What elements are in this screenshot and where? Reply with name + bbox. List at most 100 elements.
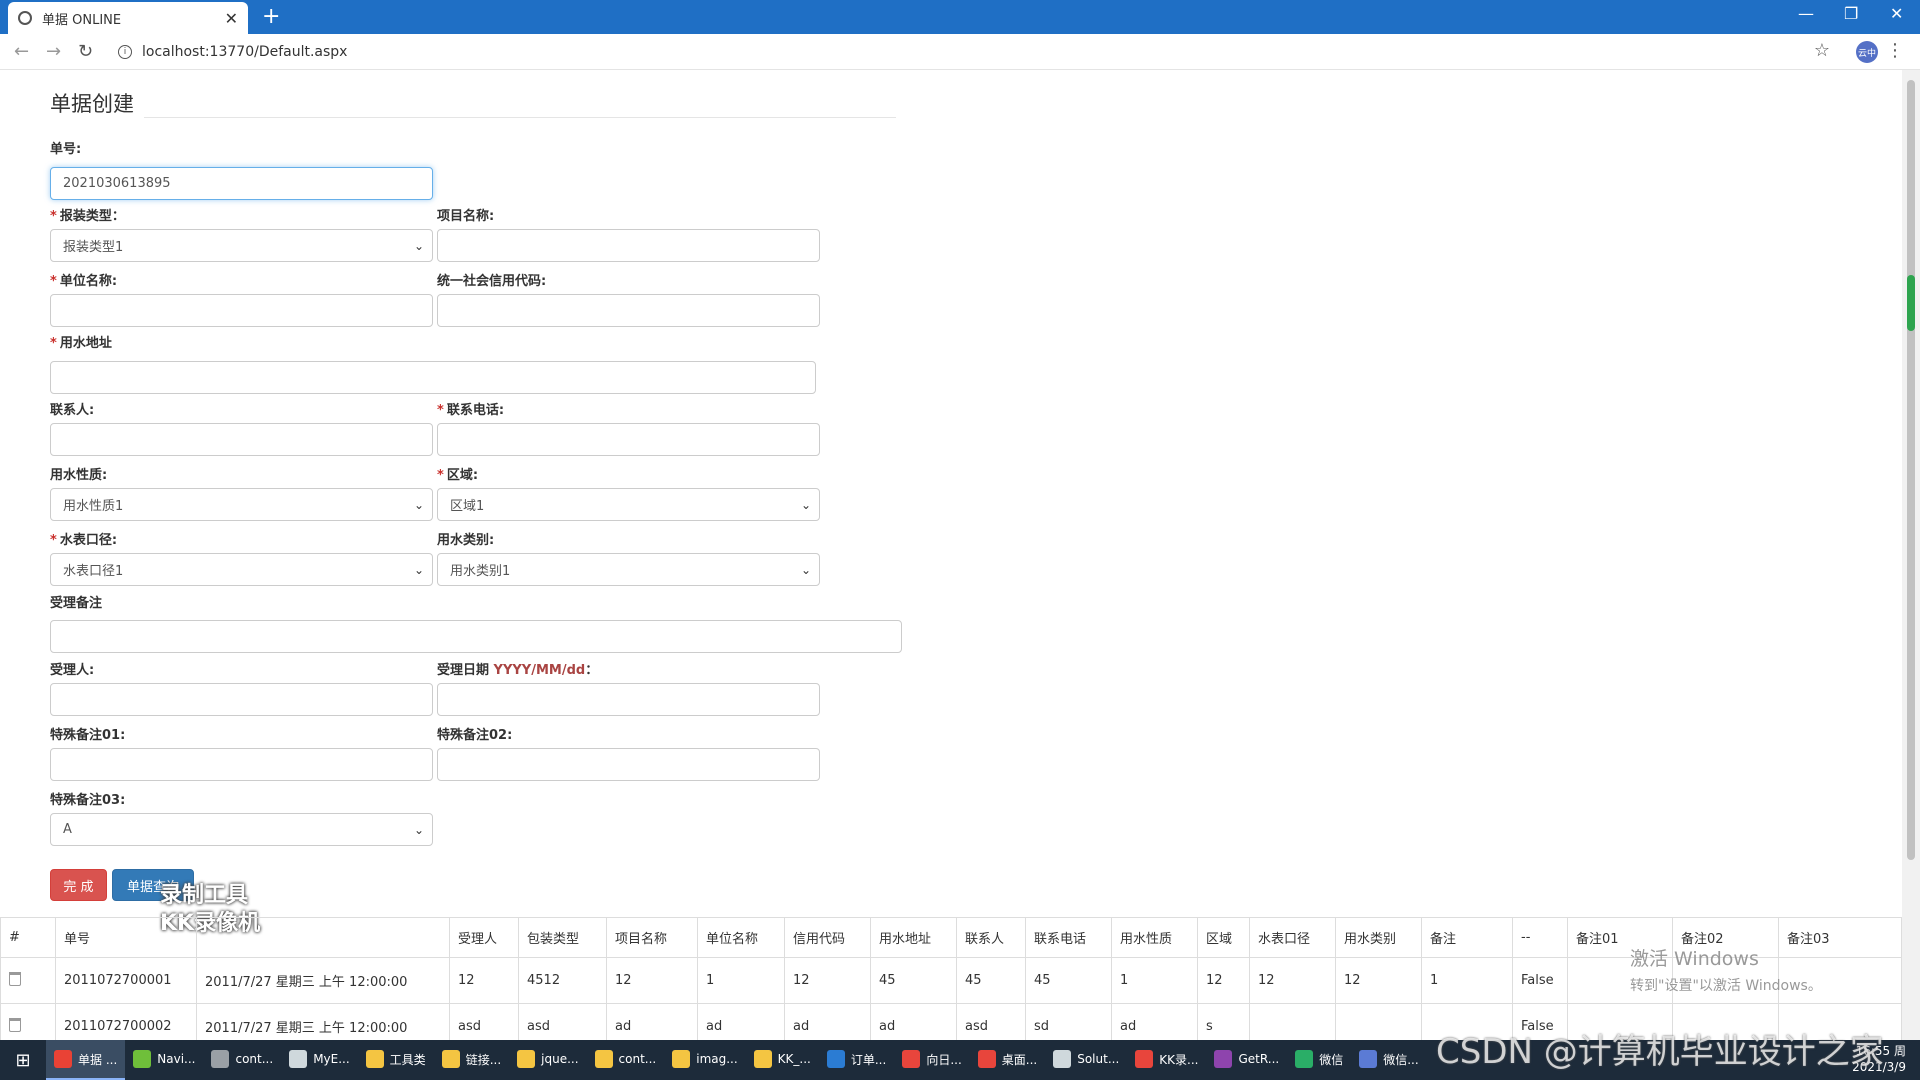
taskbar-item[interactable]: jque... [509, 1040, 586, 1080]
area-select[interactable]: 区域1 ⌄ [437, 488, 820, 521]
special02-input[interactable] [437, 748, 820, 781]
url-field[interactable]: i localhost:13770/Default.aspx [118, 40, 1818, 64]
chevron-down-icon: ⌄ [413, 823, 424, 837]
windows-start-icon[interactable]: ⊞ [0, 1040, 46, 1080]
table-cell: 12 [784, 957, 871, 1004]
app-icon [54, 1050, 72, 1068]
info-icon[interactable]: i [118, 45, 132, 59]
chevron-down-icon: ⌄ [800, 498, 811, 512]
taskbar-item[interactable]: 向日... [894, 1040, 969, 1080]
taskbar-item[interactable]: cont... [203, 1040, 281, 1080]
trash-icon[interactable] [9, 971, 21, 986]
pack-type-value: 报装类型1 [63, 240, 124, 255]
taskbar-apps: 单据 ... Navi... cont... MyE... 工具类 链接... jque..… [46, 1040, 1427, 1080]
col-index: # [0, 917, 56, 958]
table-row: 2011072700001 2011/7/27 星期三 上午 12:00:00 … [0, 957, 1902, 1004]
taskbar-item[interactable]: 工具类 [358, 1040, 434, 1080]
table-cell: 12 [606, 957, 698, 1004]
col-address: 用水地址 [870, 917, 957, 958]
col-flag: -- [1512, 917, 1568, 958]
bookmark-star-icon[interactable]: ☆ [1814, 40, 1830, 61]
taskbar-item[interactable]: 桌面... [970, 1040, 1045, 1080]
page-scrollbar[interactable] [1902, 70, 1920, 1040]
handler-input[interactable] [50, 683, 433, 716]
submit-button[interactable]: 完 成 [50, 869, 107, 901]
project-name-input[interactable] [437, 229, 820, 262]
app-icon [441, 1050, 460, 1068]
taskbar-item[interactable]: Solut... [1045, 1040, 1127, 1080]
area-value: 区域1 [450, 499, 485, 514]
browser-tab[interactable]: 单据 ONLINE ✕ [8, 2, 248, 34]
taskbar-item-label: MyE... [313, 1052, 350, 1066]
contact-input[interactable] [50, 423, 433, 456]
table-cell: 4512 [518, 957, 607, 1004]
phone-input[interactable] [437, 423, 820, 456]
taskbar-item-label: KK录... [1159, 1052, 1199, 1067]
app-icon [826, 1050, 845, 1068]
browser-menu-icon[interactable]: ⋮ [1886, 40, 1904, 61]
water-address-input[interactable] [50, 361, 816, 394]
col-water-type: 用水类别 [1335, 917, 1422, 958]
special01-label: 特殊备注01: [50, 728, 126, 743]
taskbar-item[interactable]: KK录... [1127, 1040, 1206, 1080]
taskbar-item[interactable]: 微信 [1287, 1040, 1351, 1080]
restore-icon[interactable]: ❐ [1844, 4, 1858, 23]
water-nature-select[interactable]: 用水性质1 ⌄ [50, 488, 433, 521]
order-no-input[interactable]: 2021030613895 [50, 167, 433, 200]
reload-icon[interactable]: ↻ [78, 41, 93, 62]
taskbar-item[interactable]: KK_... [746, 1040, 819, 1080]
taskbar-item-label: cont... [618, 1052, 657, 1066]
credit-code-label: 统一社会信用代码: [437, 274, 547, 289]
table-cell: 1 [697, 957, 785, 1004]
app-icon [1359, 1050, 1378, 1068]
taskbar-item[interactable]: 微信... [1351, 1040, 1426, 1080]
taskbar-item[interactable]: Navi... [125, 1040, 203, 1080]
meter-size-select[interactable]: 水表口径1 ⌄ [50, 553, 433, 586]
app-icon [672, 1050, 691, 1068]
special01-input[interactable] [50, 748, 433, 781]
table-cell: 45 [956, 957, 1026, 1004]
credit-code-input[interactable] [437, 294, 820, 327]
app-icon [902, 1050, 921, 1068]
taskbar-item-label: 工具类 [389, 1052, 426, 1067]
col-order-no: 单号 [55, 917, 197, 958]
remark-input[interactable] [50, 620, 902, 653]
special03-select[interactable]: A ⌄ [50, 813, 433, 846]
trash-icon[interactable] [9, 1017, 21, 1032]
globe-icon [18, 11, 32, 25]
date-label: 受理日期 YYYY/MM/dd： [437, 663, 599, 678]
app-icon [289, 1050, 308, 1068]
col-area: 区域 [1197, 917, 1250, 958]
water-type-select[interactable]: 用水类别1 ⌄ [437, 553, 820, 586]
taskbar-item-label: Solut... [1077, 1052, 1120, 1066]
taskbar-item-label: 订单... [850, 1052, 887, 1067]
close-tab-icon[interactable]: ✕ [225, 9, 238, 28]
taskbar-item[interactable]: 单据 ... [46, 1040, 126, 1080]
col-phone: 联系电话 [1025, 917, 1112, 958]
taskbar-item[interactable]: 链接... [434, 1040, 509, 1080]
new-tab-icon[interactable]: + [262, 4, 280, 29]
contact-label: 联系人: [50, 403, 95, 418]
chevron-down-icon: ⌄ [800, 563, 811, 577]
taskbar-item[interactable]: MyE... [281, 1040, 357, 1080]
table-cell: 12 [1197, 957, 1250, 1004]
date-format-hint: YYYY/MM/dd [493, 663, 586, 678]
unit-name-input[interactable] [50, 294, 433, 327]
taskbar-item-label: 桌面... [1001, 1052, 1038, 1067]
close-window-icon[interactable]: ✕ [1890, 4, 1903, 23]
col-project: 项目名称 [606, 917, 698, 958]
table-cell: 45 [1025, 957, 1112, 1004]
taskbar-item[interactable]: 订单... [819, 1040, 894, 1080]
pack-type-select[interactable]: 报装类型1 ⌄ [50, 229, 433, 262]
taskbar-item[interactable]: cont... [587, 1040, 665, 1080]
area-label: * 区域: [437, 468, 479, 483]
special02-label: 特殊备注02: [437, 728, 513, 743]
taskbar-item[interactable]: imag... [664, 1040, 745, 1080]
scrollbar-thumb[interactable] [1907, 80, 1915, 860]
forward-icon[interactable]: → [46, 41, 61, 62]
minimize-icon[interactable]: — [1798, 4, 1814, 23]
profile-avatar[interactable]: 云中 [1856, 41, 1878, 63]
back-icon[interactable]: ← [14, 41, 29, 62]
taskbar-item[interactable]: GetR... [1206, 1040, 1287, 1080]
date-input[interactable] [437, 683, 820, 716]
